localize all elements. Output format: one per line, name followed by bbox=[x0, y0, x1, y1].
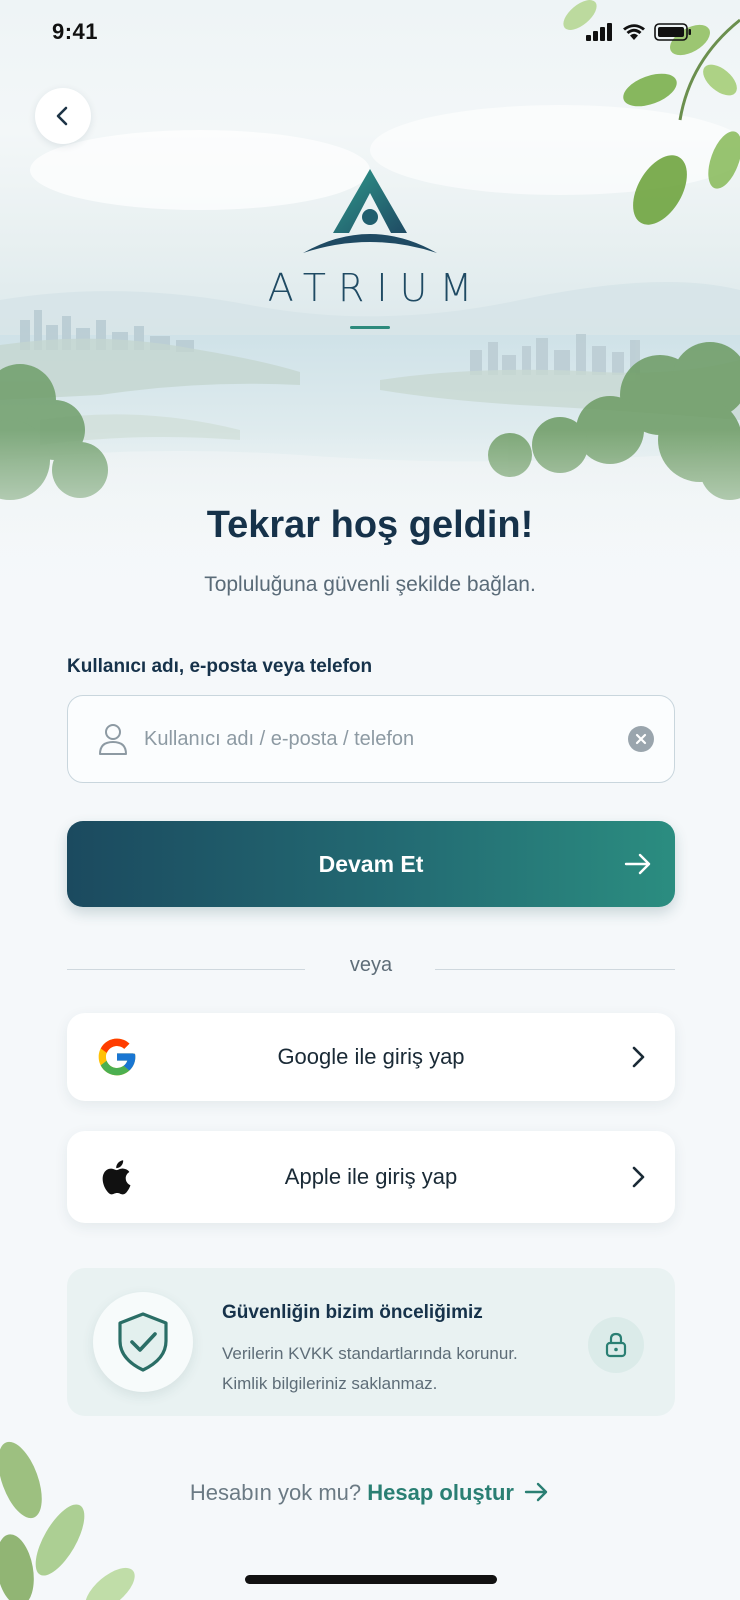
google-signin-button[interactable]: Google ile giriş yap bbox=[67, 1013, 675, 1101]
arrow-right-icon[interactable] bbox=[524, 1481, 550, 1503]
status-bar: 9:41 bbox=[0, 0, 740, 64]
continue-button-label: Devam Et bbox=[318, 850, 424, 877]
login-field-label: Kullanıcı adı, e-posta veya telefon bbox=[67, 656, 373, 677]
lock-badge bbox=[588, 1317, 644, 1373]
status-icons bbox=[586, 23, 692, 41]
chevron-right-icon bbox=[632, 1166, 645, 1188]
signup-prompt: Hesabın yok mu? bbox=[189, 1480, 362, 1505]
or-divider: veya bbox=[67, 954, 675, 984]
signal-icon bbox=[586, 23, 612, 41]
security-title: Güvenliğin bizim önceliğimiz bbox=[222, 1302, 483, 1323]
lock-icon bbox=[605, 1332, 627, 1358]
google-signin-label: Google ile giriş yap bbox=[277, 1044, 465, 1069]
divider-line-right bbox=[435, 969, 675, 970]
chevron-right-icon bbox=[632, 1046, 645, 1068]
brand-name: ATRIUM bbox=[267, 266, 485, 310]
login-input-container[interactable] bbox=[67, 695, 675, 783]
signup-row: Hesabın yok mu? Hesap oluştur bbox=[0, 1480, 740, 1506]
security-card: Güvenliğin bizim önceliğimiz Verilerin K… bbox=[67, 1268, 675, 1416]
welcome-subtitle: Topluluğuna güvenli şekilde bağlan. bbox=[204, 573, 536, 596]
google-icon bbox=[98, 1038, 136, 1076]
security-description-line2: Kimlik bilgileriniz saklanmaz. bbox=[222, 1374, 438, 1393]
close-icon bbox=[635, 733, 647, 745]
status-time: 9:41 bbox=[52, 19, 99, 44]
login-input[interactable] bbox=[144, 727, 628, 751]
chevron-left-icon bbox=[56, 106, 68, 126]
arrow-right-icon bbox=[624, 853, 651, 875]
shield-badge bbox=[93, 1292, 193, 1392]
brand-logo: ATRIUM bbox=[0, 165, 740, 329]
home-indicator bbox=[245, 1575, 497, 1584]
divider-text: veya bbox=[349, 954, 393, 976]
logo-underline bbox=[350, 326, 390, 329]
shield-check-icon bbox=[118, 1312, 168, 1372]
wifi-icon bbox=[623, 24, 645, 40]
welcome-title: Tekrar hoş geldin! bbox=[206, 504, 534, 546]
apple-signin-button[interactable]: Apple ile giriş yap bbox=[67, 1131, 675, 1223]
atrium-logo-icon bbox=[303, 169, 437, 253]
apple-icon bbox=[102, 1160, 131, 1195]
leaves-decoration-bottom bbox=[0, 1441, 135, 1600]
security-description-line1: Verilerin KVKK standartlarında korunur. bbox=[222, 1344, 518, 1363]
user-icon bbox=[99, 724, 127, 755]
apple-signin-label: Apple ile giriş yap bbox=[284, 1164, 458, 1189]
battery-icon bbox=[654, 23, 691, 41]
create-account-link[interactable]: Hesap oluştur bbox=[367, 1480, 514, 1505]
back-button[interactable] bbox=[35, 88, 91, 144]
clear-input-button[interactable] bbox=[628, 726, 654, 752]
continue-button[interactable]: Devam Et bbox=[67, 821, 675, 907]
